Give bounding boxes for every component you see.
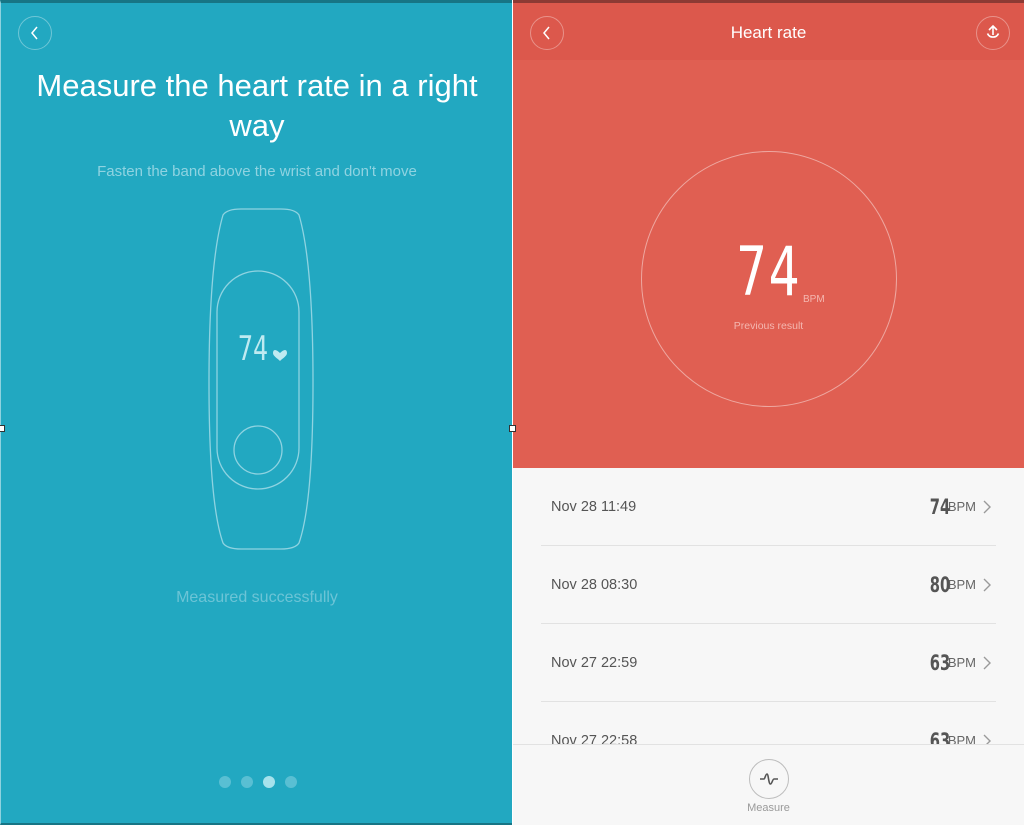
latest-bpm-unit: BPM <box>803 294 825 305</box>
measure-button[interactable] <box>749 759 789 799</box>
previous-result-caption: Previous result <box>733 320 804 332</box>
history-unit: BPM <box>947 733 976 744</box>
resize-handle-middle[interactable] <box>509 425 516 432</box>
history-time: Nov 27 22:58 <box>551 732 638 745</box>
chevron-right-icon <box>983 500 991 513</box>
back-button[interactable] <box>18 16 52 50</box>
page-dot-4[interactable] <box>285 776 297 788</box>
upload-icon <box>986 24 1000 38</box>
measure-label[interactable]: Measure <box>513 802 1024 814</box>
page-dot-2[interactable] <box>241 776 253 788</box>
history-unit: BPM <box>947 499 976 514</box>
history-bpm: 63 <box>929 728 950 745</box>
history-unit: BPM <box>947 577 976 592</box>
history-bpm: 80 <box>929 572 950 597</box>
measure-status: Measured successfully <box>176 589 338 606</box>
history-bpm: 74 <box>929 494 950 519</box>
measure-guide-panel: Measure the heart rate in a right way Fa… <box>0 0 512 825</box>
band-button <box>233 425 283 475</box>
page-title: Heart rate <box>730 23 807 42</box>
chevron-left-icon <box>31 26 38 40</box>
history-row[interactable]: Nov 28 11:49 74 BPM <box>541 468 996 546</box>
page-dot-3-active[interactable] <box>263 776 275 788</box>
bottom-bar: Measure <box>513 744 1024 825</box>
header-bar: Heart rate <box>513 3 1024 60</box>
share-button[interactable] <box>976 16 1010 50</box>
band-illustration: 74 <box>208 208 314 550</box>
chevron-right-icon <box>983 578 991 591</box>
history-time: Nov 28 08:30 <box>551 576 638 593</box>
history-row[interactable]: Nov 27 22:58 63 BPM <box>541 702 996 744</box>
latest-bpm-value: 74 <box>736 233 802 312</box>
resize-handle-left[interactable] <box>0 425 5 432</box>
history-time: Nov 27 22:59 <box>551 654 638 671</box>
band-screen <box>216 270 300 490</box>
latest-result-section: 74 BPM Previous result <box>513 60 1024 468</box>
heart-rate-panel: Heart rate 74 BPM Previous result Nov 28… <box>513 0 1024 825</box>
history-list[interactable]: Nov 28 11:49 74 BPM Nov 28 08:30 80 BPM … <box>541 468 996 744</box>
history-row[interactable]: Nov 28 08:30 80 BPM <box>541 546 996 624</box>
history-row[interactable]: Nov 27 22:59 63 BPM <box>541 624 996 702</box>
guide-title: Measure the heart rate in a right way <box>36 68 478 143</box>
pulse-wave-icon <box>760 773 778 785</box>
band-display-value: 74 <box>238 329 268 369</box>
chevron-right-icon <box>983 734 991 744</box>
history-time: Nov 28 11:49 <box>551 498 637 515</box>
band-outline <box>208 208 314 550</box>
page-indicator <box>219 776 297 788</box>
page-dot-1[interactable] <box>219 776 231 788</box>
history-bpm: 63 <box>929 650 950 675</box>
guide-subtitle: Fasten the band above the wrist and don'… <box>97 163 417 180</box>
heart-icon <box>273 350 287 361</box>
history-unit: BPM <box>947 655 976 670</box>
chevron-right-icon <box>983 656 991 669</box>
